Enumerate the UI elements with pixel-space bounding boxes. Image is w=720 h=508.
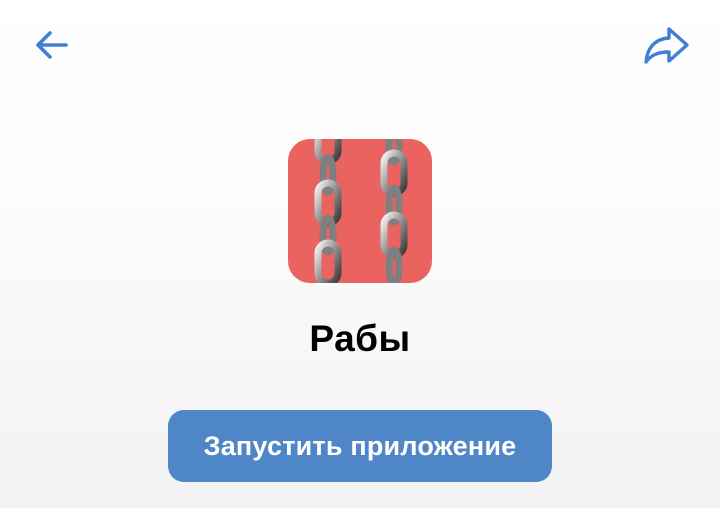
chains-icon <box>314 139 408 283</box>
launch-app-button[interactable]: Запустить приложение <box>168 410 552 482</box>
app-title: Рабы <box>309 318 411 359</box>
app-icon <box>288 139 432 283</box>
app-launch-screen: Рабы Запустить приложение <box>0 0 720 508</box>
